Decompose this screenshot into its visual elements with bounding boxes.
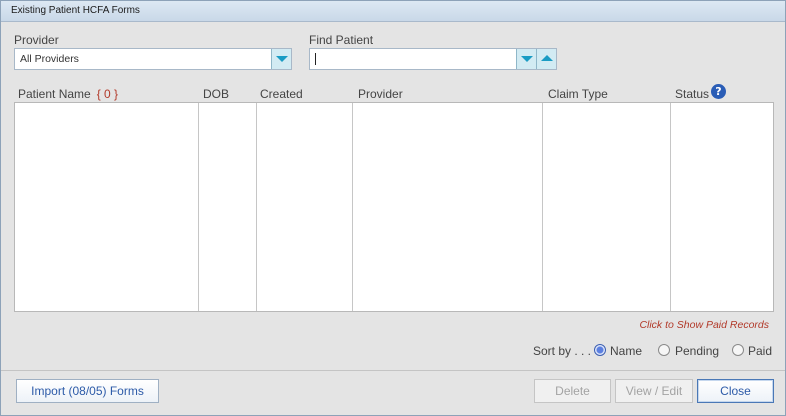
column-header-claim-type[interactable]: Claim Type	[548, 87, 608, 101]
column-divider	[542, 103, 543, 311]
view-edit-button[interactable]: View / Edit	[615, 379, 693, 403]
column-divider	[256, 103, 257, 311]
sort-name-label[interactable]: Name	[610, 344, 642, 358]
footer-divider	[1, 370, 785, 371]
chevron-down-icon	[276, 56, 288, 62]
column-header-provider[interactable]: Provider	[358, 87, 403, 101]
provider-label: Provider	[14, 33, 59, 47]
sort-by-label: Sort by . . .	[533, 344, 592, 358]
find-patient-label: Find Patient	[309, 33, 374, 47]
delete-button[interactable]: Delete	[534, 379, 611, 403]
patient-count-badge: { 0 }	[96, 87, 119, 101]
chevron-down-icon	[521, 56, 533, 62]
column-header-status[interactable]: Status	[675, 87, 709, 101]
window-title: Existing Patient HCFA Forms	[11, 5, 140, 16]
title-bar: Existing Patient HCFA Forms	[1, 1, 785, 22]
column-divider	[198, 103, 199, 311]
provider-select-value: All Providers	[20, 53, 79, 65]
find-patient-next-button[interactable]	[516, 49, 536, 69]
hcfa-forms-window: Existing Patient HCFA Forms Provider All…	[0, 0, 786, 416]
chevron-up-icon	[541, 55, 553, 61]
close-button[interactable]: Close	[697, 379, 774, 403]
column-divider	[352, 103, 353, 311]
import-forms-button[interactable]: Import (08/05) Forms	[16, 379, 159, 403]
sort-pending-radio[interactable]	[658, 344, 670, 356]
provider-select[interactable]: All Providers	[14, 48, 292, 70]
column-header-dob[interactable]: DOB	[203, 87, 229, 101]
text-caret	[315, 53, 316, 65]
sort-paid-radio[interactable]	[732, 344, 744, 356]
column-header-patient-name[interactable]: Patient Name { 0 }	[18, 87, 118, 101]
sort-pending-label[interactable]: Pending	[675, 344, 719, 358]
provider-dropdown-button[interactable]	[271, 49, 291, 69]
column-header-created[interactable]: Created	[260, 87, 303, 101]
find-patient-input[interactable]	[309, 48, 557, 70]
find-patient-prev-button[interactable]	[536, 49, 556, 69]
sort-name-radio[interactable]	[594, 344, 606, 356]
help-icon[interactable]: ?	[711, 84, 726, 99]
sort-paid-label[interactable]: Paid	[748, 344, 772, 358]
column-divider	[670, 103, 671, 311]
patient-name-header-label: Patient Name	[18, 87, 91, 101]
show-paid-records-link[interactable]: Click to Show Paid Records	[639, 319, 769, 331]
forms-table[interactable]	[14, 102, 774, 312]
